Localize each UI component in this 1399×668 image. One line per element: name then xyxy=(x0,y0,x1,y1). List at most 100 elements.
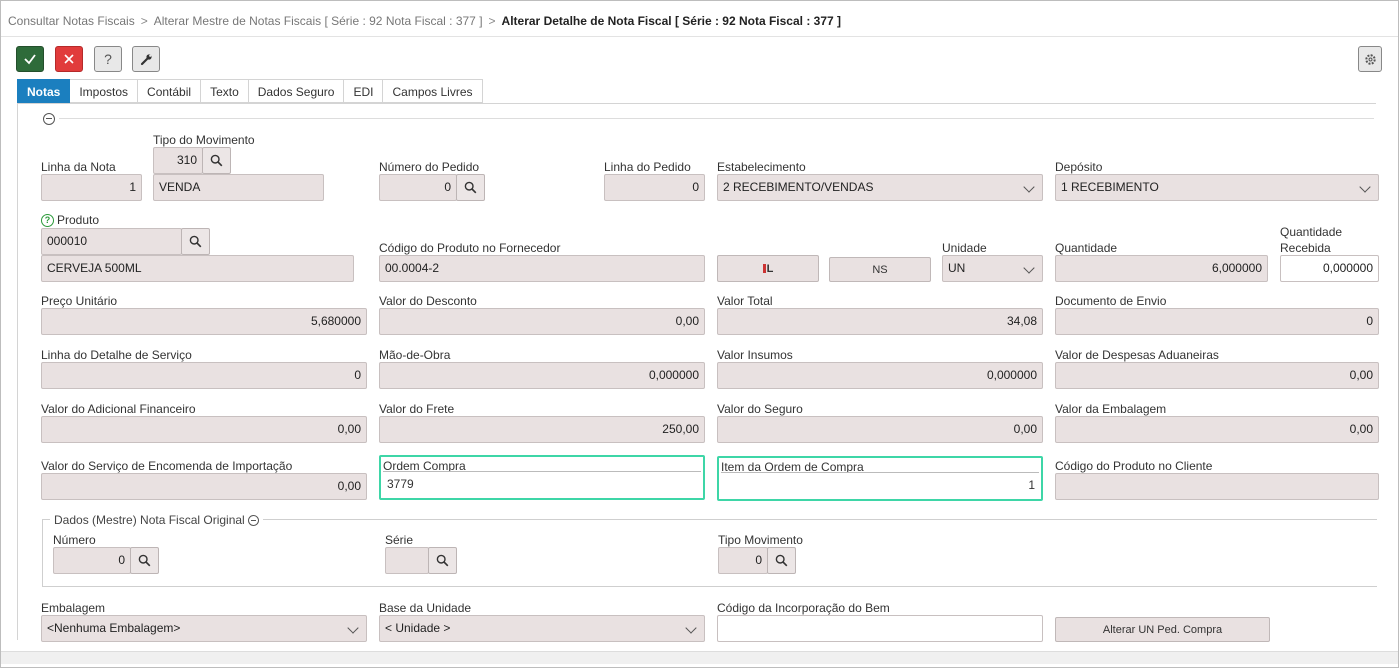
tab-notas[interactable]: Notas xyxy=(17,79,71,103)
tipo-movimento-label: Tipo do Movimento xyxy=(153,133,255,147)
tab-contabil[interactable]: Contábil xyxy=(138,79,202,103)
valor-seguro-label: Valor do Seguro xyxy=(717,402,803,416)
original-tipo-movimento-label: Tipo Movimento xyxy=(718,533,803,547)
help-button[interactable]: ? xyxy=(94,46,122,72)
preco-unitario-field[interactable]: 5,680000 xyxy=(41,308,367,335)
valor-frete-field[interactable]: 250,00 xyxy=(379,416,705,443)
quantidade-recebida-field[interactable]: 0,000000 xyxy=(1280,255,1379,282)
help-icon[interactable]: ? xyxy=(41,214,54,228)
tab-edi[interactable]: EDI xyxy=(344,79,384,103)
alterar-un-pedido-button[interactable]: Alterar UN Ped. Compra xyxy=(1055,617,1270,642)
original-numero-label: Número xyxy=(53,533,96,547)
original-serie-search-button[interactable] xyxy=(428,547,457,574)
breadcrumb-separator: > xyxy=(140,14,148,28)
linha-nota-label: Linha da Nota xyxy=(41,160,116,174)
base-unidade-value: < Unidade > xyxy=(385,621,451,635)
cancel-button[interactable] xyxy=(55,46,83,72)
estabelecimento-value: 2 RECEBIMENTO/VENDAS xyxy=(723,180,874,194)
embalagem-label: Embalagem xyxy=(41,601,106,615)
linha-detalhe-servico-field[interactable]: 0 xyxy=(41,362,367,389)
tipo-movimento-code-field[interactable]: 310 xyxy=(153,147,203,174)
incorporacao-field[interactable] xyxy=(717,615,1043,642)
unidade-select[interactable]: UN xyxy=(942,255,1043,282)
collapse-section-icon[interactable] xyxy=(43,113,55,125)
produto-desc-field[interactable]: CERVEJA 500ML xyxy=(41,255,354,282)
window: Consultar Notas Fiscais > Alterar Mestre d… xyxy=(0,0,1399,668)
item-ordem-compra-group: Item da Ordem de Compra 1 xyxy=(717,456,1043,501)
codigo-cliente-label: Código do Produto no Cliente xyxy=(1055,459,1213,473)
lote-button[interactable]: L xyxy=(717,255,819,282)
tipo-movimento-desc-field[interactable]: VENDA xyxy=(153,174,324,201)
ordem-compra-group: Ordem Compra 3779 xyxy=(379,455,705,500)
estabelecimento-select[interactable]: 2 RECEBIMENTO/VENDAS xyxy=(717,174,1043,201)
original-fieldset xyxy=(42,519,1377,587)
adicional-financeiro-field[interactable]: 0,00 xyxy=(41,416,367,443)
tab-dados-seguro[interactable]: Dados Seguro xyxy=(248,79,345,103)
valor-total-field[interactable]: 34,08 xyxy=(717,308,1043,335)
header-divider xyxy=(1,36,1398,37)
valor-seguro-field[interactable]: 0,00 xyxy=(717,416,1043,443)
tab-campos-livres[interactable]: Campos Livres xyxy=(383,79,483,103)
breadcrumb-consultar[interactable]: Consultar Notas Fiscais xyxy=(8,14,135,28)
quantidade-recebida-label-1: Quantidade xyxy=(1280,225,1343,239)
original-tipo-movimento-search-button[interactable] xyxy=(767,547,796,574)
produto-code-field[interactable]: 000010 xyxy=(41,228,182,255)
wrench-icon xyxy=(140,53,152,65)
numero-pedido-search-button[interactable] xyxy=(456,174,485,201)
original-numero-field[interactable]: 0 xyxy=(53,547,131,574)
documento-envio-label: Documento de Envio xyxy=(1055,294,1167,308)
base-unidade-select[interactable]: < Unidade > xyxy=(379,615,705,642)
search-icon xyxy=(436,554,449,567)
search-icon xyxy=(138,554,151,567)
search-icon xyxy=(464,181,477,194)
tipo-movimento-search-button[interactable] xyxy=(202,147,231,174)
original-serie-field[interactable] xyxy=(385,547,429,574)
linha-nota-field[interactable]: 1 xyxy=(41,174,142,201)
tab-texto[interactable]: Texto xyxy=(201,79,249,103)
numero-pedido-field[interactable]: 0 xyxy=(379,174,457,201)
tab-impostos[interactable]: Impostos xyxy=(70,79,139,103)
chevron-down-icon xyxy=(1023,262,1035,274)
base-unidade-label: Base da Unidade xyxy=(379,601,472,615)
ordem-compra-input[interactable]: 3779 xyxy=(383,471,701,496)
quantidade-field[interactable]: 6,000000 xyxy=(1055,255,1268,282)
valor-insumos-field[interactable]: 0,000000 xyxy=(717,362,1043,389)
adicional-financeiro-label: Valor do Adicional Financeiro xyxy=(41,402,196,416)
valor-desconto-field[interactable]: 0,00 xyxy=(379,308,705,335)
unidade-value: UN xyxy=(948,261,966,275)
breadcrumb: Consultar Notas Fiscais > Alterar Mestre d… xyxy=(8,14,841,28)
produto-search-button[interactable] xyxy=(181,228,210,255)
ns-button[interactable]: NS xyxy=(829,257,931,282)
item-ordem-compra-input[interactable]: 1 xyxy=(721,472,1039,497)
deposito-select[interactable]: 1 RECEBIMENTO xyxy=(1055,174,1379,201)
embalagem-select[interactable]: <Nenhuma Embalagem> xyxy=(41,615,367,642)
chevron-down-icon xyxy=(685,622,697,634)
tools-button[interactable] xyxy=(132,46,160,72)
quantidade-recebida-label-2: Recebida xyxy=(1280,241,1331,255)
documento-envio-field[interactable]: 0 xyxy=(1055,308,1379,335)
produto-label-text: Produto xyxy=(57,213,100,227)
chevron-down-icon xyxy=(347,622,359,634)
preco-unitario-label: Preço Unitário xyxy=(41,294,118,308)
servico-encomenda-field[interactable]: 0,00 xyxy=(41,473,367,500)
breadcrumb-mestre[interactable]: Alterar Mestre de Notas Fiscais [ Série … xyxy=(154,14,483,28)
valor-embalagem-field[interactable]: 0,00 xyxy=(1055,416,1379,443)
original-numero-search-button[interactable] xyxy=(130,547,159,574)
check-icon xyxy=(24,54,36,65)
mao-obra-label: Mão-de-Obra xyxy=(379,348,451,362)
codigo-cliente-field[interactable] xyxy=(1055,473,1379,500)
linha-pedido-field[interactable]: 0 xyxy=(604,174,705,201)
confirm-button[interactable] xyxy=(16,46,44,72)
incorporacao-label: Código da Incorporação do Bem xyxy=(717,601,890,615)
despesas-aduaneiras-field[interactable]: 0,00 xyxy=(1055,362,1379,389)
settings-button[interactable] xyxy=(1358,46,1382,72)
original-tipo-movimento-field[interactable]: 0 xyxy=(718,547,768,574)
collapse-icon[interactable] xyxy=(247,514,259,526)
codigo-fornecedor-field[interactable]: 00.0004-2 xyxy=(379,255,705,282)
codigo-fornecedor-label: Código do Produto no Fornecedor xyxy=(379,241,561,255)
linha-pedido-label: Linha do Pedido xyxy=(604,160,691,174)
quantidade-label: Quantidade xyxy=(1055,241,1118,255)
mao-obra-field[interactable]: 0,000000 xyxy=(379,362,705,389)
search-icon xyxy=(775,554,788,567)
horizontal-scrollbar[interactable] xyxy=(1,651,1398,664)
